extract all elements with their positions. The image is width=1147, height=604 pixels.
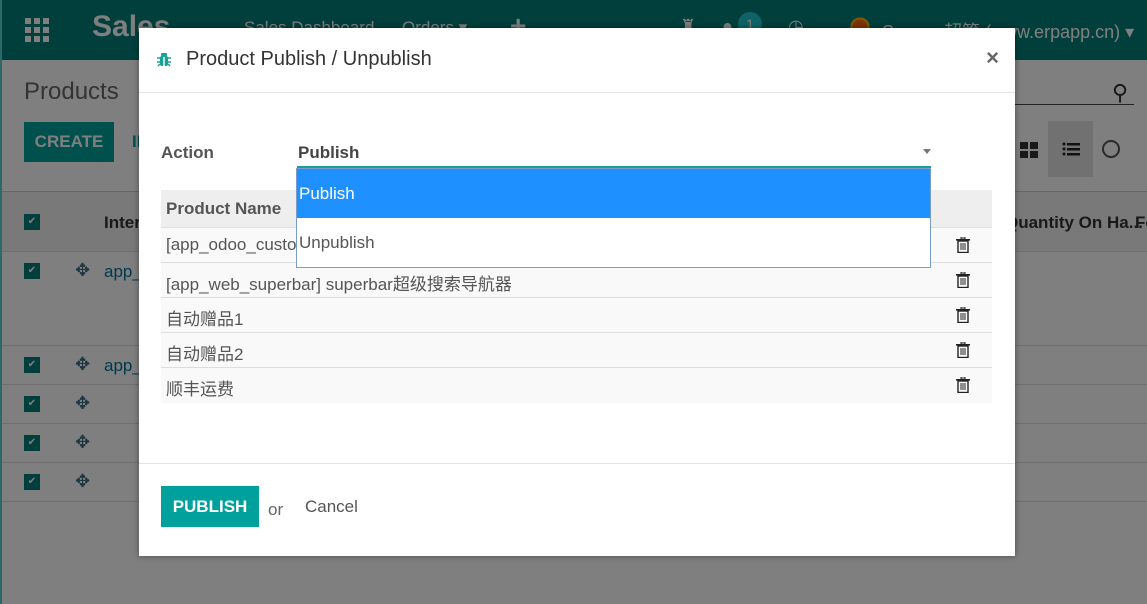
- action-select-value: Publish: [298, 143, 360, 162]
- action-dropdown: Publish Unpublish: [296, 168, 931, 268]
- trash-icon[interactable]: [956, 342, 970, 358]
- close-icon[interactable]: ×: [986, 45, 999, 71]
- dropdown-option-publish[interactable]: Publish: [297, 169, 930, 218]
- product-row: 自动赠品2: [161, 333, 992, 368]
- modal-title: Product Publish / Unpublish: [186, 48, 432, 70]
- trash-icon[interactable]: [956, 377, 970, 393]
- product-row: 自动赠品1: [161, 298, 992, 333]
- column-product-name: Product Name: [166, 199, 282, 218]
- product-name: 自动赠品2: [166, 345, 244, 364]
- product-name: [app_web_superbar] superbar超级搜索导航器: [166, 275, 512, 294]
- publish-dialog: Product Publish / Unpublish × Action Pub…: [139, 28, 1015, 556]
- product-row: 顺丰运费: [161, 368, 992, 403]
- product-name: 自动赠品1: [166, 310, 244, 329]
- trash-icon[interactable]: [956, 237, 970, 253]
- modal-header: Product Publish / Unpublish ×: [139, 28, 1015, 93]
- trash-icon[interactable]: [956, 272, 970, 288]
- product-name: 顺丰运费: [166, 380, 234, 399]
- publish-button[interactable]: PUBLISH: [161, 486, 259, 527]
- or-separator: or: [268, 500, 284, 519]
- modal-footer: PUBLISH or Cancel: [139, 463, 1015, 556]
- product-row: [app_web_superbar] superbar超级搜索导航器: [161, 263, 992, 298]
- chevron-down-icon: [923, 149, 931, 154]
- action-label: Action: [161, 143, 214, 162]
- cancel-button[interactable]: Cancel: [305, 497, 358, 517]
- dropdown-option-unpublish[interactable]: Unpublish: [297, 218, 930, 267]
- action-select[interactable]: Publish: [297, 138, 931, 168]
- bug-icon: [157, 53, 171, 67]
- trash-icon[interactable]: [956, 307, 970, 323]
